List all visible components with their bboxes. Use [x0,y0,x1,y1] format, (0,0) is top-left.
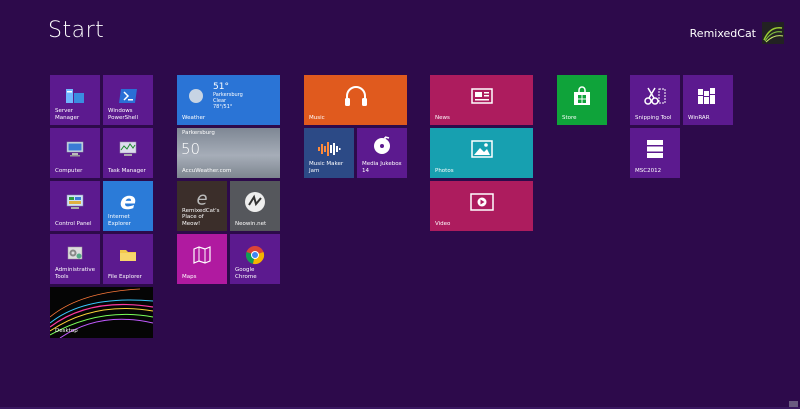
folder-icon [120,250,136,261]
tile-computer[interactable]: Computer [50,128,100,178]
tile-store[interactable]: Store [557,75,607,125]
task-manager-icon [119,141,137,156]
winrar-books-icon [698,88,715,104]
tile-control-panel[interactable]: Control Panel [50,181,100,231]
tile-internet-explorer[interactable]: e Internet Explorer [103,181,153,231]
tile-server-manager[interactable]: Server Manager [50,75,100,125]
scissors-icon [644,87,666,105]
maps-icon [193,246,211,264]
tile-google-chrome[interactable]: Google Chrome [230,234,280,284]
ie-pinned-icon: e [196,188,208,210]
internet-explorer-icon: e [119,187,137,215]
photo-icon [470,140,493,158]
control-panel-icon [66,194,84,209]
accuweather-city: Parkersburg [182,130,215,136]
video-play-icon [469,193,494,211]
tile-music[interactable]: Music [304,75,407,125]
tile-file-explorer[interactable]: File Explorer [103,234,153,284]
disc-note-icon [374,136,390,154]
powershell-icon [119,89,137,103]
chrome-icon [245,246,265,265]
tile-task-manager[interactable]: Task Manager [103,128,153,178]
admin-tools-icon [67,246,83,260]
semantic-zoom-button[interactable] [789,401,798,407]
tile-news[interactable]: News [430,75,533,125]
store-bag-icon [574,86,590,105]
weather-temp: 51° [213,82,229,92]
tile-maps[interactable]: Maps [177,234,227,284]
tile-remixedcat-place[interactable]: e RemixedCat's Place of Meow! [177,181,227,231]
weather-moon-icon [189,89,203,103]
tile-photos[interactable]: Photos [430,128,533,178]
start-title: Start [48,18,105,43]
newspaper-icon [470,88,493,104]
headphones-icon [344,86,367,106]
username: RemixedCat [689,26,756,40]
tile-snipping-tool[interactable]: Snipping Tool [630,75,680,125]
tile-winrar[interactable]: WinRAR [683,75,733,125]
tile-administrative-tools[interactable]: Administrative Tools [50,234,100,284]
tile-msc2012[interactable]: MSC2012 [630,128,680,178]
server-stack-icon [647,140,663,158]
user-account[interactable]: RemixedCat [690,22,784,44]
tile-neowin[interactable]: Neowin.net [230,181,280,231]
tile-music-maker-jam[interactable]: Music Maker Jam [304,128,354,178]
tile-accuweather[interactable]: Parkersburg 50 AccuWeather.com [177,128,280,178]
waveform-icon [318,142,341,156]
server-manager-icon [66,89,84,103]
neowin-icon [245,192,265,212]
tile-powershell[interactable]: Windows PowerShell [103,75,153,125]
tile-media-jukebox[interactable]: Media Jukebox 14 [357,128,407,178]
computer-icon [66,141,84,157]
tile-desktop[interactable]: Desktop [50,287,153,338]
tile-weather[interactable]: 51° Parkersburg Clear 78°/51° Weather [177,75,280,125]
avatar [762,22,784,44]
accuweather-temp: 50 [181,140,201,158]
weather-range: 78°/51° [213,104,233,110]
tile-video[interactable]: Video [430,181,533,231]
